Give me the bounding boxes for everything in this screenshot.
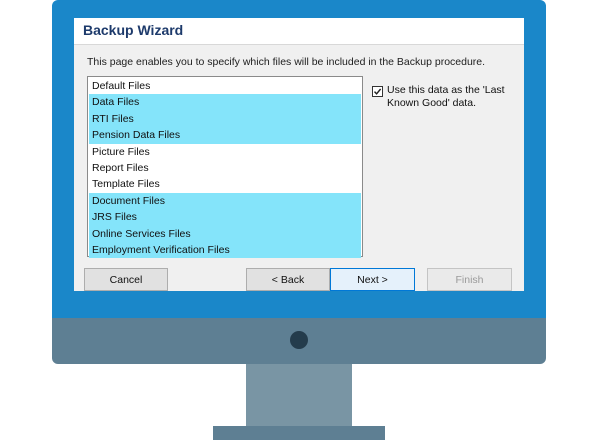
finish-button: Finish: [427, 268, 512, 291]
file-list-item[interactable]: Report Files: [89, 160, 361, 176]
file-list-item[interactable]: JRS Files: [89, 209, 361, 226]
last-known-good-checkbox[interactable]: [372, 86, 383, 97]
cancel-button[interactable]: Cancel: [84, 268, 168, 291]
file-list-item[interactable]: RTI Files: [89, 110, 361, 128]
file-list-item[interactable]: Pension Data Files: [89, 127, 361, 144]
back-button[interactable]: < Back: [246, 268, 330, 291]
file-list-item[interactable]: Document Files: [89, 192, 361, 210]
monitor-stand-base: [213, 426, 385, 440]
file-list-item[interactable]: Template Files: [89, 176, 361, 192]
backup-wizard-dialog: Backup Wizard This page enables you to s…: [74, 18, 524, 293]
wizard-header: Backup Wizard: [74, 18, 524, 45]
last-known-good-label: Use this data as the 'Last Known Good' d…: [387, 84, 505, 109]
monitor-stand-neck: [246, 364, 352, 427]
file-list-item[interactable]: Default Files: [89, 78, 361, 94]
file-type-listbox[interactable]: Default Files Data Files RTI Files Pension …: [87, 76, 363, 259]
file-list-item[interactable]: Data Files: [89, 94, 361, 111]
file-list-item[interactable]: Employment Verification Files: [89, 241, 361, 259]
screen-edge: [74, 291, 524, 293]
power-button-icon: [290, 331, 308, 349]
next-button[interactable]: Next >: [330, 268, 415, 291]
wizard-title: Backup Wizard: [83, 22, 184, 38]
file-list-item[interactable]: Picture Files: [89, 144, 361, 160]
wizard-description: This page enables you to specify which f…: [87, 56, 486, 68]
file-list-item[interactable]: Online Services Files: [89, 225, 361, 242]
checkmark-icon: [373, 88, 382, 95]
